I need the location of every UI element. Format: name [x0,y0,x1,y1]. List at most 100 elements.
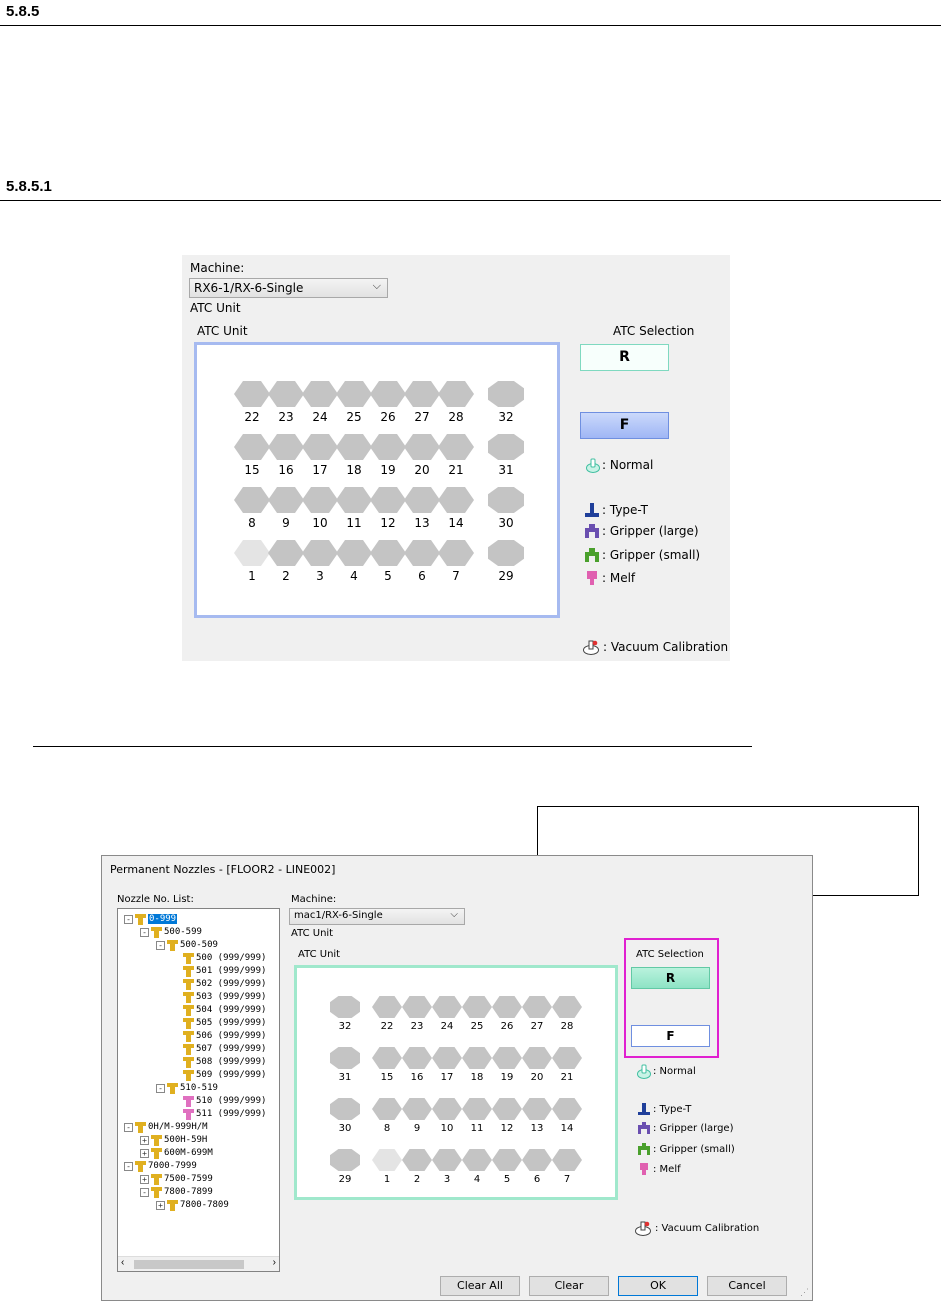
nozzle-slot[interactable] [438,487,474,513]
nozzle-slot[interactable] [234,381,270,407]
collapse-icon[interactable]: - [124,914,133,924]
nozzle-slot[interactable] [302,487,338,513]
nozzle-slot[interactable] [492,1047,522,1069]
expand-icon[interactable]: + [156,1200,165,1210]
atc-f-button[interactable]: F [580,412,669,439]
nozzle-slot[interactable] [402,1149,432,1171]
nozzle-slot[interactable] [330,996,360,1018]
nozzle-slot[interactable] [268,381,304,407]
nozzle-slot[interactable] [268,434,304,460]
nozzle-slot[interactable] [404,487,440,513]
nozzle-slot[interactable] [330,1047,360,1069]
collapse-icon[interactable]: - [140,1187,149,1197]
scroll-right-icon[interactable]: › [273,1257,276,1268]
nozzle-slot[interactable] [432,1149,462,1171]
tree-node[interactable]: 507 (999/999) [172,1043,266,1055]
nozzle-slot[interactable] [404,434,440,460]
tree-node[interactable]: 503 (999/999) [172,991,266,1003]
nozzle-slot[interactable] [234,540,270,566]
tree-node[interactable]: - 0-999 [124,913,178,925]
nozzle-slot[interactable] [372,996,402,1018]
nozzle-slot[interactable] [522,996,552,1018]
nozzle-slot[interactable] [302,540,338,566]
nozzle-slot[interactable] [462,996,492,1018]
nozzle-slot[interactable] [438,540,474,566]
tree-node[interactable]: 501 (999/999) [172,965,266,977]
scrollbar-thumb[interactable] [134,1260,244,1269]
tree-node[interactable]: - 0H/M-999H/M [124,1121,208,1133]
tree-node[interactable]: +500H-59H [140,1134,207,1146]
machine-select[interactable]: mac1/RX-6-Single ⌵ [289,908,465,925]
nozzle-slot[interactable] [432,1098,462,1120]
expand-icon[interactable]: + [140,1148,149,1158]
nozzle-slot[interactable] [488,381,524,407]
collapse-icon[interactable]: - [124,1161,133,1171]
nozzle-slot[interactable] [268,487,304,513]
expand-icon[interactable]: + [140,1174,149,1184]
nozzle-slot[interactable] [370,381,406,407]
tree-node[interactable]: 500 (999/999) [172,952,266,964]
nozzle-slot[interactable] [522,1149,552,1171]
nozzle-slot[interactable] [402,996,432,1018]
tree-node[interactable]: 506 (999/999) [172,1030,266,1042]
resize-grip-icon[interactable]: ⋰ [800,1287,809,1298]
tree-node[interactable]: - 510-519 [156,1082,218,1094]
nozzle-slot[interactable] [336,487,372,513]
nozzle-slot[interactable] [492,1149,522,1171]
nozzle-slot[interactable] [336,540,372,566]
nozzle-slot[interactable] [372,1047,402,1069]
nozzle-slot[interactable] [552,1047,582,1069]
clear-button[interactable]: Clear [529,1276,609,1296]
collapse-icon[interactable]: - [156,1083,165,1093]
tree-node[interactable]: +600M-699M [140,1147,213,1159]
nozzle-slot[interactable] [462,1098,492,1120]
tree-node[interactable]: - 7800-7899 [140,1186,213,1198]
tree-node[interactable]: 502 (999/999) [172,978,266,990]
nozzle-slot[interactable] [438,381,474,407]
tree-node[interactable]: 509 (999/999) [172,1069,266,1081]
collapse-icon[interactable]: - [140,927,149,937]
nozzle-slot[interactable] [488,540,524,566]
nozzle-slot[interactable] [402,1047,432,1069]
nozzle-slot[interactable] [432,1047,462,1069]
nozzle-slot[interactable] [330,1098,360,1120]
nozzle-slot[interactable] [302,434,338,460]
tree-node[interactable]: 505 (999/999) [172,1017,266,1029]
nozzle-slot[interactable] [462,1047,492,1069]
nozzle-slot[interactable] [552,1149,582,1171]
nozzle-slot[interactable] [492,1098,522,1120]
nozzle-slot[interactable] [404,381,440,407]
nozzle-slot[interactable] [234,434,270,460]
collapse-icon[interactable]: - [124,1122,133,1132]
nozzle-slot[interactable] [432,996,462,1018]
nozzle-slot[interactable] [488,487,524,513]
nozzle-slot[interactable] [404,540,440,566]
cancel-button[interactable]: Cancel [707,1276,787,1296]
nozzle-slot[interactable] [302,381,338,407]
expand-icon[interactable]: + [140,1135,149,1145]
ok-button[interactable]: OK [618,1276,698,1296]
clear-all-button[interactable]: Clear All [440,1276,520,1296]
tree-node[interactable]: - 500-599 [140,926,202,938]
tree-node[interactable]: +7800-7809 [156,1199,229,1211]
tree-node[interactable]: 504 (999/999) [172,1004,266,1016]
nozzle-slot[interactable] [552,996,582,1018]
atc-f-button[interactable]: F [631,1025,710,1047]
tree-node[interactable]: - 500-509 [156,939,218,951]
nozzle-tree[interactable]: ‹ › - 0-999 - 500-599 - 500-509 500 (999/999) 5… [117,908,280,1272]
atc-r-button[interactable]: R [631,967,710,989]
nozzle-slot[interactable] [370,487,406,513]
nozzle-slot[interactable] [462,1149,492,1171]
nozzle-slot[interactable] [402,1098,432,1120]
nozzle-slot[interactable] [372,1149,402,1171]
tree-node[interactable]: 511 (999/999) [172,1108,266,1120]
nozzle-slot[interactable] [268,540,304,566]
nozzle-slot[interactable] [336,381,372,407]
nozzle-slot[interactable] [522,1047,552,1069]
nozzle-slot[interactable] [522,1098,552,1120]
tree-node[interactable]: 508 (999/999) [172,1056,266,1068]
machine-select[interactable]: RX6-1/RX-6-Single ⌵ [189,278,388,298]
nozzle-slot[interactable] [438,434,474,460]
nozzle-slot[interactable] [372,1098,402,1120]
tree-node[interactable]: +7500-7599 [140,1173,213,1185]
